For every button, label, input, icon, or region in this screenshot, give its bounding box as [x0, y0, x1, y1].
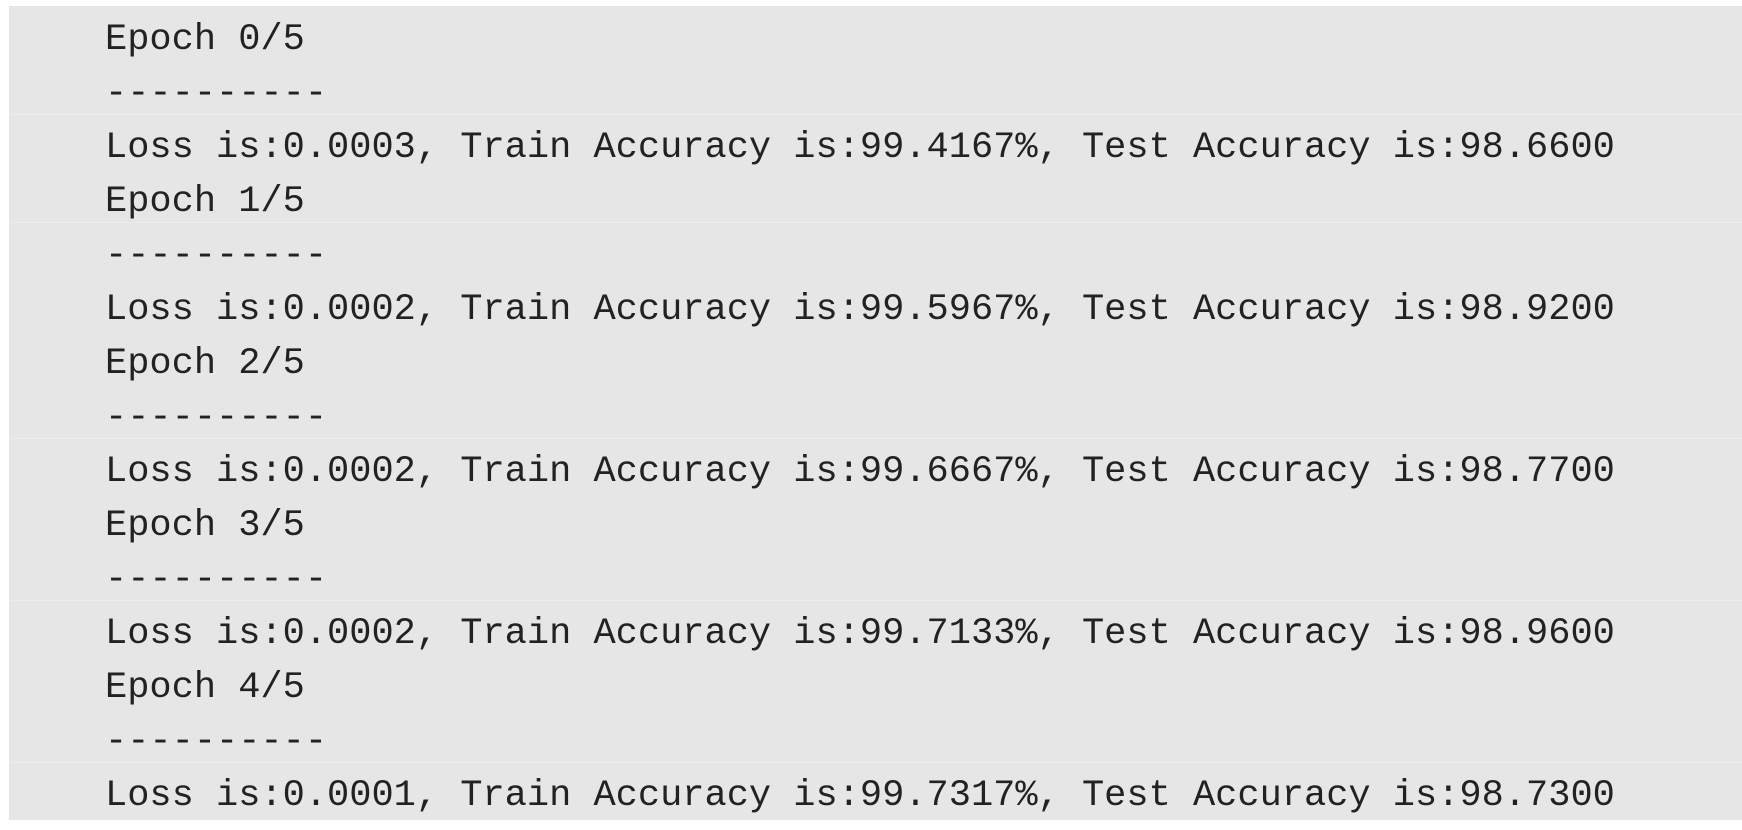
- epoch-result: Loss is:0.0002, Train Accuracy is:99.596…: [105, 289, 1615, 331]
- epoch-separator: ----------: [105, 73, 328, 115]
- epoch-header: Epoch 4/5: [105, 667, 305, 709]
- epoch-result: Loss is:0.0003, Train Accuracy is:99.416…: [105, 127, 1615, 169]
- epoch-header: Epoch 2/5: [105, 343, 305, 385]
- epoch-separator: ----------: [105, 721, 328, 763]
- console-output: Epoch 0/5 ---------- Loss is:0.0003, Tra…: [9, 6, 1742, 820]
- epoch-result: Loss is:0.0001, Train Accuracy is:99.731…: [105, 775, 1615, 817]
- epoch-result: Loss is:0.0002, Train Accuracy is:99.713…: [105, 613, 1615, 655]
- epoch-header: Epoch 0/5: [105, 19, 305, 61]
- epoch-separator: ----------: [105, 235, 328, 277]
- epoch-separator: ----------: [105, 559, 328, 601]
- epoch-header: Epoch 3/5: [105, 505, 305, 547]
- epoch-result: Loss is:0.0002, Train Accuracy is:99.666…: [105, 451, 1615, 493]
- epoch-header: Epoch 1/5: [105, 181, 305, 223]
- epoch-separator: ----------: [105, 397, 328, 439]
